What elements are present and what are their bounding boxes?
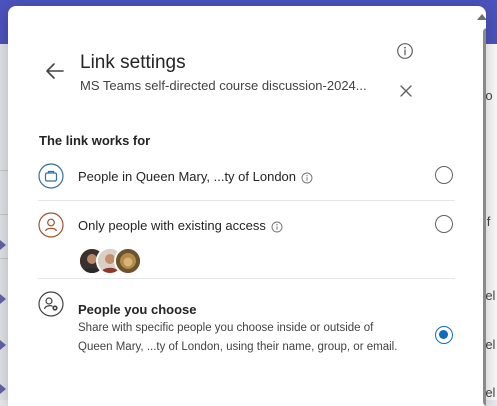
info-icon [397,43,413,59]
close-button[interactable] [398,83,414,99]
info-icon[interactable] [271,221,283,233]
background-arrow-icon [0,340,6,350]
background-arrow-icon [0,294,6,304]
background-divider [0,170,8,171]
scrollbar-thumb[interactable] [483,28,486,406]
back-button[interactable] [44,60,66,82]
option-organization[interactable]: People in Queen Mary, ...ty of London [32,161,464,201]
option-existing-access[interactable]: Only people with existing access [32,210,464,276]
option-label-text: People in Queen Mary, ...ty of London [78,169,297,184]
background-arrow-icon [0,384,6,394]
option-label: People in Queen Mary, ...ty of London [78,169,313,184]
arrow-left-icon [46,63,64,79]
info-icon[interactable] [301,172,313,184]
radio-button[interactable] [435,215,453,233]
divider [38,278,455,279]
avatar-image [116,249,140,273]
people-settings-icon [38,291,64,317]
background-arrow-icon [0,240,6,250]
section-heading: The link works for [39,133,151,148]
avatar [114,247,142,275]
background-divider [0,258,8,259]
dialog-subtitle: MS Teams self-directed course discussion… [80,78,367,93]
briefcase-icon [38,163,64,189]
divider [38,200,455,201]
option-specific-people[interactable]: People you choose Share with specific pe… [32,290,464,380]
background-divider [0,214,8,215]
scroll-up-arrow[interactable] [477,14,486,20]
person-circle-icon [38,212,64,238]
option-label-text: Only people with existing access [78,218,266,233]
option-label: People you choose [78,302,197,317]
info-button[interactable] [396,42,414,60]
radio-button-selected[interactable] [435,326,453,344]
close-icon [400,85,412,97]
radio-button[interactable] [435,166,453,184]
dialog-title: Link settings [80,52,186,73]
option-label: Only people with existing access [78,218,283,233]
option-description: Share with specific people you choose in… [78,322,398,353]
link-settings-dialog: Link settings MS Teams self-directed cou… [8,6,486,406]
